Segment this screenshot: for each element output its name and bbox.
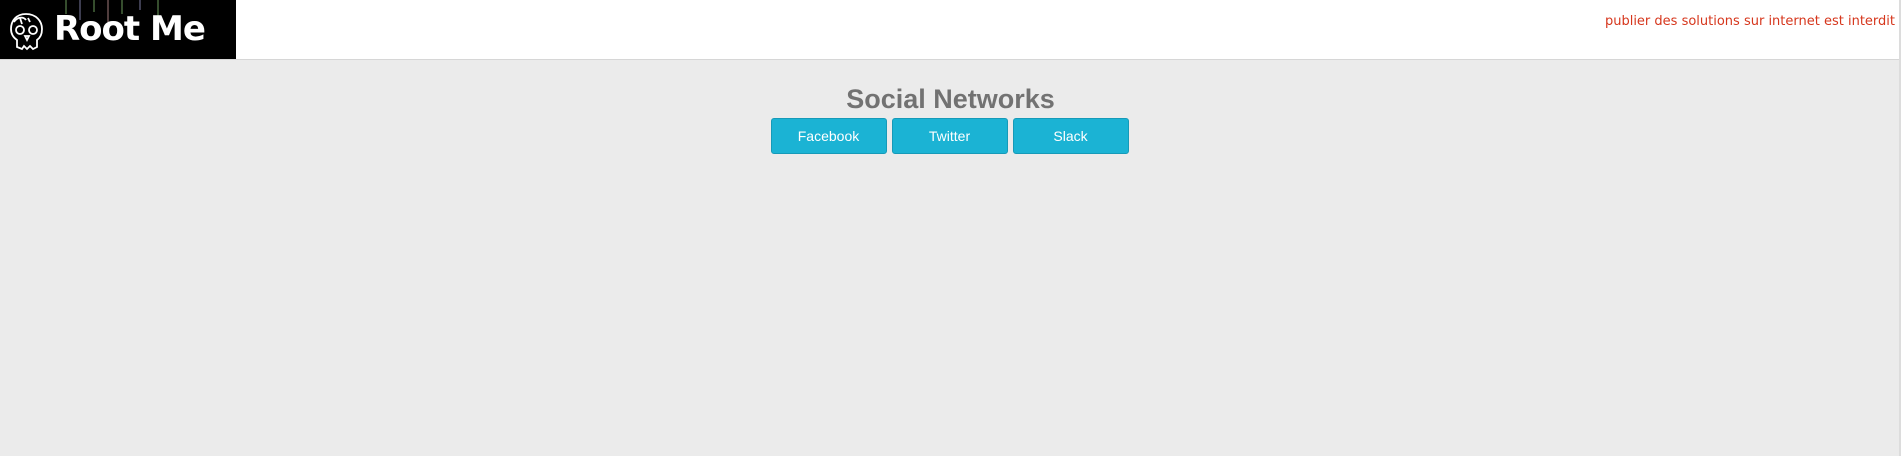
legal-notice: publier des solutions sur internet est i…: [1604, 14, 1895, 29]
top-header: Root Me publier des solutions sur intern…: [0, 0, 1901, 60]
slack-button[interactable]: Slack: [1012, 118, 1129, 154]
logo-text: Root Me: [54, 9, 206, 49]
twitter-button[interactable]: Twitter: [891, 118, 1008, 154]
facebook-button[interactable]: Facebook: [770, 118, 887, 154]
page-title: Social Networks: [846, 84, 1055, 114]
social-buttons: Facebook Twitter Slack: [0, 118, 1901, 154]
main-content: Social Networks Facebook Twitter Slack: [0, 84, 1901, 154]
root-me-logo[interactable]: Root Me: [0, 0, 236, 59]
